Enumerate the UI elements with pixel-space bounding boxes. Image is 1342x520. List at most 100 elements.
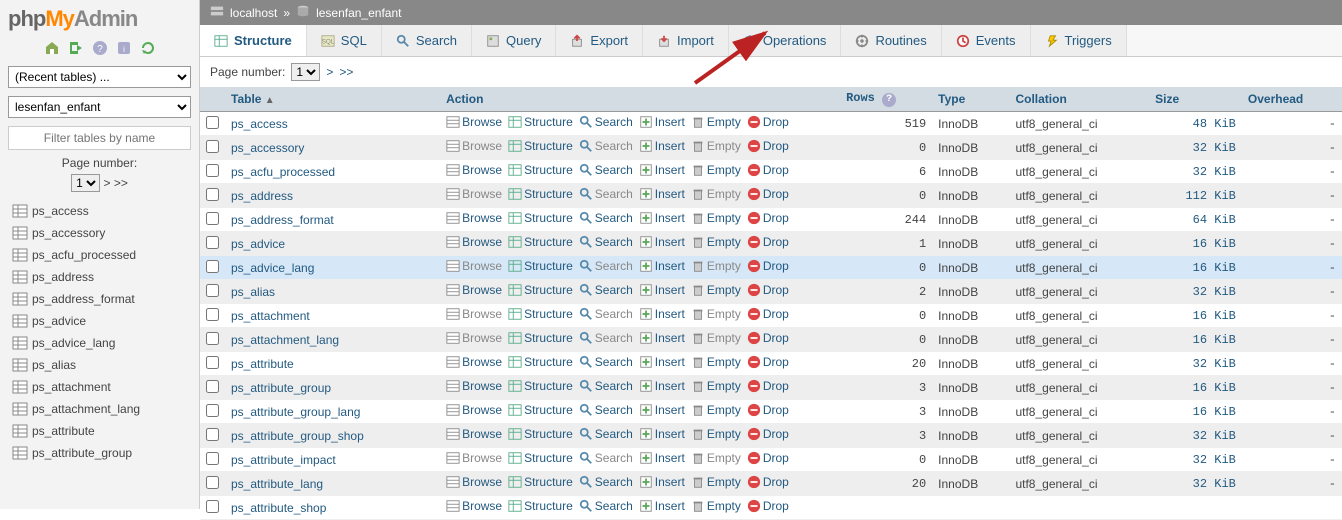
- action-search[interactable]: Search: [579, 403, 633, 417]
- action-drop[interactable]: Drop: [747, 307, 789, 321]
- action-structure[interactable]: Structure: [508, 307, 573, 321]
- action-browse[interactable]: Browse: [446, 139, 502, 153]
- action-structure[interactable]: Structure: [508, 499, 573, 513]
- action-search[interactable]: Search: [579, 115, 633, 129]
- action-empty[interactable]: Empty: [691, 355, 741, 369]
- action-empty[interactable]: Empty: [691, 403, 741, 417]
- tree-table-item[interactable]: ps_acfu_processed: [8, 244, 191, 266]
- col-collation[interactable]: Collation: [1009, 87, 1149, 112]
- sidebar-last[interactable]: >>: [114, 176, 128, 190]
- table-name[interactable]: ps_accessory: [231, 141, 304, 155]
- tree-table-item[interactable]: ps_attachment: [8, 376, 191, 398]
- action-browse[interactable]: Browse: [446, 211, 502, 225]
- action-empty[interactable]: Empty: [691, 163, 741, 177]
- action-search[interactable]: Search: [579, 379, 633, 393]
- action-insert[interactable]: Insert: [639, 139, 685, 153]
- recent-tables-select[interactable]: (Recent tables) ...: [8, 66, 191, 88]
- table-name[interactable]: ps_attribute_group: [231, 381, 331, 395]
- action-structure[interactable]: Structure: [508, 211, 573, 225]
- action-search[interactable]: Search: [579, 187, 633, 201]
- row-checkbox[interactable]: [206, 500, 219, 513]
- action-search[interactable]: Search: [579, 451, 633, 465]
- action-empty[interactable]: Empty: [691, 283, 741, 297]
- tree-table-item[interactable]: ps_advice_lang: [8, 332, 191, 354]
- action-insert[interactable]: Insert: [639, 187, 685, 201]
- action-search[interactable]: Search: [579, 427, 633, 441]
- action-search[interactable]: Search: [579, 499, 633, 513]
- action-structure[interactable]: Structure: [508, 259, 573, 273]
- row-checkbox[interactable]: [206, 260, 219, 273]
- col-table[interactable]: Table ▲: [225, 87, 440, 112]
- action-structure[interactable]: Structure: [508, 475, 573, 489]
- row-checkbox[interactable]: [206, 332, 219, 345]
- action-drop[interactable]: Drop: [747, 163, 789, 177]
- tab-events[interactable]: Events: [942, 25, 1031, 56]
- database-select[interactable]: lesenfan_enfant: [8, 96, 191, 118]
- action-search[interactable]: Search: [579, 211, 633, 225]
- action-drop[interactable]: Drop: [747, 187, 789, 201]
- action-insert[interactable]: Insert: [639, 355, 685, 369]
- action-structure[interactable]: Structure: [508, 139, 573, 153]
- action-browse[interactable]: Browse: [446, 163, 502, 177]
- col-type[interactable]: Type: [932, 87, 1009, 112]
- action-empty[interactable]: Empty: [691, 259, 741, 273]
- row-checkbox[interactable]: [206, 188, 219, 201]
- table-name[interactable]: ps_attribute_impact: [231, 453, 336, 467]
- action-structure[interactable]: Structure: [508, 379, 573, 393]
- action-insert[interactable]: Insert: [639, 259, 685, 273]
- tree-table-item[interactable]: ps_address_format: [8, 288, 191, 310]
- action-browse[interactable]: Browse: [446, 115, 502, 129]
- row-checkbox[interactable]: [206, 380, 219, 393]
- action-empty[interactable]: Empty: [691, 499, 741, 513]
- tab-query[interactable]: Query: [472, 25, 556, 56]
- row-checkbox[interactable]: [206, 356, 219, 369]
- table-name[interactable]: ps_attribute_lang: [231, 477, 323, 491]
- action-structure[interactable]: Structure: [508, 187, 573, 201]
- action-browse[interactable]: Browse: [446, 379, 502, 393]
- sql-doc-icon[interactable]: i: [116, 40, 132, 56]
- tab-routines[interactable]: Routines: [841, 25, 941, 56]
- action-empty[interactable]: Empty: [691, 211, 741, 225]
- action-insert[interactable]: Insert: [639, 403, 685, 417]
- breadcrumb-db[interactable]: lesenfan_enfant: [316, 6, 401, 20]
- action-structure[interactable]: Structure: [508, 235, 573, 249]
- table-name[interactable]: ps_attribute_group_shop: [231, 429, 364, 443]
- action-insert[interactable]: Insert: [639, 331, 685, 345]
- action-insert[interactable]: Insert: [639, 451, 685, 465]
- action-drop[interactable]: Drop: [747, 355, 789, 369]
- action-browse[interactable]: Browse: [446, 259, 502, 273]
- tree-table-item[interactable]: ps_attribute_group: [8, 442, 191, 464]
- row-checkbox[interactable]: [206, 236, 219, 249]
- help-icon[interactable]: ?: [882, 93, 896, 107]
- action-empty[interactable]: Empty: [691, 427, 741, 441]
- tab-triggers[interactable]: Triggers: [1031, 25, 1127, 56]
- tree-table-item[interactable]: ps_attribute: [8, 420, 191, 442]
- action-browse[interactable]: Browse: [446, 283, 502, 297]
- action-structure[interactable]: Structure: [508, 355, 573, 369]
- action-drop[interactable]: Drop: [747, 499, 789, 513]
- table-name[interactable]: ps_advice_lang: [231, 261, 314, 275]
- home-icon[interactable]: [44, 40, 60, 56]
- action-empty[interactable]: Empty: [691, 331, 741, 345]
- action-search[interactable]: Search: [579, 139, 633, 153]
- action-empty[interactable]: Empty: [691, 115, 741, 129]
- action-drop[interactable]: Drop: [747, 283, 789, 297]
- action-search[interactable]: Search: [579, 259, 633, 273]
- logo[interactable]: phpMyAdmin: [8, 6, 191, 32]
- action-insert[interactable]: Insert: [639, 283, 685, 297]
- action-browse[interactable]: Browse: [446, 427, 502, 441]
- docs-icon[interactable]: ?: [92, 40, 108, 56]
- action-browse[interactable]: Browse: [446, 499, 502, 513]
- table-name[interactable]: ps_attachment: [231, 309, 310, 323]
- action-search[interactable]: Search: [579, 163, 633, 177]
- col-size[interactable]: Size: [1149, 87, 1242, 112]
- row-checkbox[interactable]: [206, 212, 219, 225]
- page-last[interactable]: >>: [339, 65, 353, 79]
- action-drop[interactable]: Drop: [747, 475, 789, 489]
- table-name[interactable]: ps_acfu_processed: [231, 165, 335, 179]
- action-empty[interactable]: Empty: [691, 451, 741, 465]
- breadcrumb-host[interactable]: localhost: [230, 6, 277, 20]
- action-insert[interactable]: Insert: [639, 211, 685, 225]
- row-checkbox[interactable]: [206, 308, 219, 321]
- action-insert[interactable]: Insert: [639, 307, 685, 321]
